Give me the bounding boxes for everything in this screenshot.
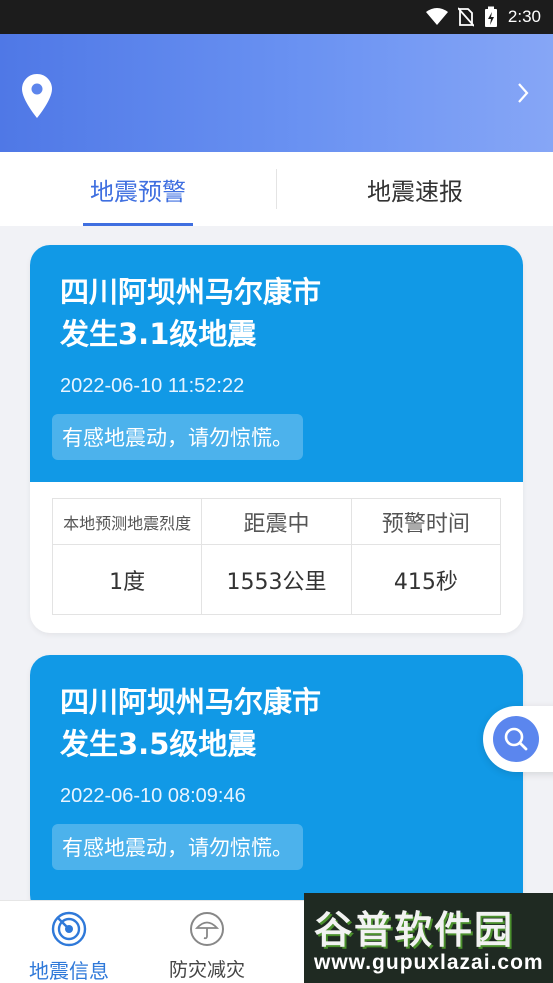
status-time: 2:30 [507,7,541,26]
table-row: 1度 1553公里 415秒 [51,544,502,615]
table-header-cell: 预警时间 [350,498,502,545]
table-cell: 1度 [51,544,203,615]
location-pin-icon[interactable] [22,74,52,122]
table-header-cell: 本地预测地震烈度 [51,498,203,545]
watermark-logo: 谷普软件园 www.gupuxlazai.com [304,893,553,983]
tab-bar: 地震预警 地震速报 [0,152,553,226]
wifi-icon [425,8,448,26]
table-header-row: 本地预测地震烈度 距震中 预警时间 [51,498,502,545]
card-title: 四川阿坝州马尔康市 发生3.5级地震 [60,685,322,761]
umbrella-icon [189,911,225,951]
radar-icon [51,911,87,951]
card-header: 四川阿坝州马尔康市 发生3.5级地震 2022-06-10 08:09:46 有… [30,655,523,915]
earthquake-card[interactable]: 四川阿坝州马尔康市 发生3.5级地震 2022-06-10 08:09:46 有… [30,655,523,915]
card-time: 2022-06-10 08:09:46 [60,785,246,807]
app-screen: 2:30 地震预警 地震速报 四川阿坝州马尔康市 发生3.1级地震 2022-0… [0,0,553,983]
watermark-url: www.gupuxlazai.com [314,951,544,974]
earthquake-card[interactable]: 四川阿坝州马尔康市 发生3.1级地震 2022-06-10 11:52:22 有… [30,245,523,633]
watermark-title: 谷普软件园 [314,908,515,952]
nav-item-disaster-prevention[interactable]: 防灾减灾 [138,901,276,983]
card-advice-tag: 有感地震动，请勿惊慌。 [52,414,303,460]
nav-label: 地震信息 [29,959,109,983]
info-table: 本地预测地震烈度 距震中 预警时间 1度 1553公里 415秒 [51,498,502,615]
card-time: 2022-06-10 11:52:22 [60,375,245,397]
tab-earthquake-warning[interactable]: 地震预警 [0,152,276,226]
card-advice-tag: 有感地震动，请勿惊慌。 [52,824,303,870]
nav-item-earthquake-info[interactable]: 地震信息 [0,901,138,983]
no-sim-icon [457,7,474,27]
status-bar: 2:30 [0,0,553,34]
search-icon[interactable] [493,716,539,762]
nav-label: 防灾减灾 [168,959,245,981]
chevron-right-icon[interactable] [517,82,529,108]
table-cell: 1553公里 [201,544,352,615]
tab-earthquake-quick-report[interactable]: 地震速报 [277,152,553,226]
table-cell: 415秒 [350,544,502,615]
card-info-table-wrap: 本地预测地震烈度 距震中 预警时间 1度 1553公里 415秒 [30,482,523,633]
search-fab[interactable] [483,706,553,772]
battery-charging-icon [484,6,498,28]
card-header: 四川阿坝州马尔康市 发生3.1级地震 2022-06-10 11:52:22 有… [30,245,523,482]
header-banner [0,34,553,152]
card-title: 四川阿坝州马尔康市 发生3.1级地震 [60,275,322,351]
table-header-cell: 距震中 [201,498,352,545]
